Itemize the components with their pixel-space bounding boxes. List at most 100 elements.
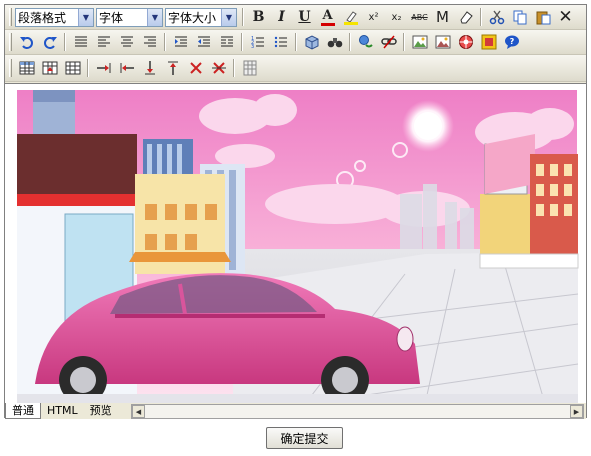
highlight-button[interactable] [340, 7, 361, 28]
font-color-button[interactable]: A [317, 7, 338, 28]
list-indent-button[interactable] [216, 32, 237, 53]
street-scene-illustration [17, 90, 579, 404]
highlighter-icon [343, 11, 358, 25]
insert-object-button[interactable] [301, 32, 322, 53]
paste-button[interactable] [532, 7, 553, 28]
toolbar-separator [295, 33, 297, 51]
align-left-button[interactable] [93, 32, 114, 53]
split-down-button[interactable] [139, 58, 160, 79]
chevron-down-icon: ▼ [147, 8, 162, 26]
scissors-icon [489, 10, 504, 25]
split-down-icon [144, 61, 155, 75]
insert-column-icon [65, 61, 80, 75]
media-icon [458, 35, 473, 49]
align-right-button[interactable] [139, 32, 160, 53]
delete-row-icon [189, 62, 202, 74]
find-button[interactable] [324, 32, 345, 53]
align-left-icon [97, 36, 110, 47]
table-properties-button[interactable] [239, 58, 260, 79]
chevron-down-icon: ▼ [78, 8, 93, 26]
insert-special-button[interactable] [478, 32, 499, 53]
toolbar-separator [87, 59, 89, 77]
formatting-toolbar: 段落格式 ▼ 字体 ▼ 字体大小 ▼ B I U A x² x₂ ABC M ✕ [5, 5, 586, 30]
image-properties-button[interactable] [432, 32, 453, 53]
eraser-icon [459, 11, 473, 24]
insert-table-button[interactable] [16, 58, 37, 79]
toolbar-grip [9, 59, 12, 77]
indent-icon [174, 36, 187, 47]
superscript-button[interactable]: x² [363, 7, 384, 28]
table-icon [19, 61, 34, 75]
link-icon [358, 35, 373, 48]
toolbar-separator [403, 33, 405, 51]
redo-icon [43, 37, 57, 49]
align-justify-icon [74, 36, 87, 47]
redo-button[interactable] [39, 32, 60, 53]
underline-button[interactable]: U [294, 7, 315, 28]
merge-right-icon [96, 63, 110, 73]
undo-button[interactable] [16, 32, 37, 53]
insert-row-above-icon [42, 61, 57, 75]
chevron-down-icon: ▼ [221, 8, 236, 26]
outdent-button[interactable] [193, 32, 214, 53]
scroll-left-icon[interactable]: ◀ [132, 405, 145, 418]
unlink-button[interactable] [378, 32, 399, 53]
merge-left-button[interactable] [116, 58, 137, 79]
delete-row-button[interactable] [185, 58, 206, 79]
help-button[interactable]: ? [501, 32, 522, 53]
m-button[interactable]: M [432, 7, 453, 28]
toolbar-separator [242, 8, 244, 26]
tab-preview[interactable]: 预览 [84, 403, 118, 419]
align-right-icon [143, 36, 156, 47]
undo-icon [19, 37, 33, 49]
table-toolbar [5, 55, 586, 82]
link-button[interactable] [355, 32, 376, 53]
insert-column-button[interactable] [62, 58, 83, 79]
paragraph-format-select[interactable]: 段落格式 ▼ [15, 7, 94, 27]
scroll-right-icon[interactable]: ▶ [570, 405, 583, 418]
ordered-list-button[interactable]: 123 [247, 32, 268, 53]
merge-left-icon [120, 63, 134, 73]
binoculars-icon [327, 38, 342, 48]
image-properties-icon [435, 35, 450, 49]
font-color-bar [320, 22, 335, 26]
ordered-list-icon: 123 [251, 36, 264, 49]
subscript-button[interactable]: x₂ [386, 7, 407, 28]
font-family-select[interactable]: 字体 ▼ [96, 7, 163, 27]
help-icon: ? [504, 35, 519, 49]
editor-content-area[interactable] [5, 83, 586, 404]
toolbar-grip [9, 8, 12, 26]
unordered-list-button[interactable] [270, 32, 291, 53]
toolbar-separator [233, 59, 235, 77]
indent-button[interactable] [170, 32, 191, 53]
toolbar-separator [64, 33, 66, 51]
italic-button[interactable]: I [271, 7, 292, 28]
submit-button[interactable]: 确定提交 [266, 427, 343, 449]
insert-image-button[interactable] [409, 32, 430, 53]
font-size-select[interactable]: 字体大小 ▼ [165, 7, 237, 27]
toolbar-separator [164, 33, 166, 51]
cut-button[interactable] [486, 7, 507, 28]
align-center-button[interactable] [116, 32, 137, 53]
tab-normal[interactable]: 普通 [5, 403, 41, 419]
bold-button[interactable]: B [248, 7, 269, 28]
strikethrough-button[interactable]: ABC [409, 7, 430, 28]
split-up-button[interactable] [162, 58, 183, 79]
paragraph-format-value: 段落格式 [18, 10, 67, 25]
close-button[interactable]: ✕ [555, 7, 576, 28]
horizontal-scrollbar[interactable]: ◀ ▶ [131, 404, 584, 419]
toolbar-separator [480, 8, 482, 26]
align-justify-button[interactable] [70, 32, 91, 53]
merge-right-button[interactable] [93, 58, 114, 79]
tab-html[interactable]: HTML [41, 403, 84, 419]
font-size-value: 字体大小 [168, 10, 217, 25]
insert-row-button[interactable] [39, 58, 60, 79]
toolbar-separator [241, 33, 243, 51]
insert-media-button[interactable] [455, 32, 476, 53]
font-color-label: A [322, 7, 333, 23]
rich-text-editor: 段落格式 ▼ 字体 ▼ 字体大小 ▼ B I U A x² x₂ ABC M ✕… [4, 4, 587, 419]
delete-column-button[interactable] [208, 58, 229, 79]
outdent-icon [197, 36, 210, 47]
eraser-button[interactable] [455, 7, 476, 28]
copy-button[interactable] [509, 7, 530, 28]
